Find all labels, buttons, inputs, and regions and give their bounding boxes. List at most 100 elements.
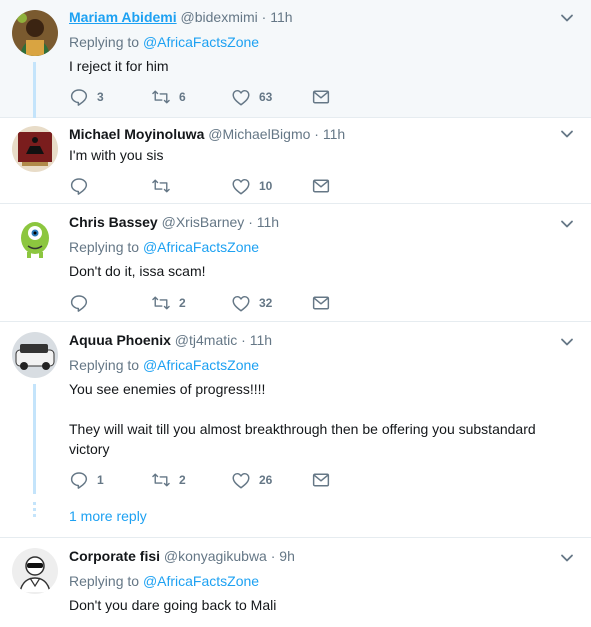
tweet-header: Mariam Abidemi @bidexmimi · 11h bbox=[69, 8, 551, 27]
tweet-actions: 2 32 bbox=[69, 293, 369, 313]
tweet-corporate-fisi[interactable]: Corporate fisi @konyagikubwa · 9h Replyi… bbox=[0, 538, 591, 627]
timestamp[interactable]: 11h bbox=[323, 126, 345, 142]
chevron-down-icon[interactable] bbox=[559, 216, 575, 232]
replying-to: Replying to @AfricaFactsZone bbox=[69, 572, 551, 591]
tweet-text: I'm with you sis bbox=[69, 147, 164, 163]
replying-to: Replying to @AfricaFactsZone bbox=[69, 238, 551, 257]
chevron-down-icon[interactable] bbox=[559, 334, 575, 350]
mention-link[interactable]: @AfricaFactsZone bbox=[143, 239, 259, 255]
reply-count: 1 bbox=[97, 473, 104, 487]
like-button[interactable]: 26 bbox=[231, 470, 272, 490]
more-replies-link[interactable]: 1 more reply bbox=[69, 508, 147, 524]
like-icon bbox=[231, 294, 251, 312]
avatar[interactable] bbox=[12, 126, 58, 172]
retweet-icon bbox=[151, 88, 171, 106]
tweet-text: You see enemies of progress!!!! They wil… bbox=[69, 381, 536, 457]
retweet-button[interactable] bbox=[151, 176, 179, 196]
reply-icon bbox=[69, 471, 89, 489]
reply-button[interactable] bbox=[69, 293, 97, 313]
reply-button[interactable]: 3 bbox=[69, 87, 104, 107]
user-name[interactable]: Corporate fisi bbox=[69, 548, 160, 564]
retweet-count: 2 bbox=[179, 473, 186, 487]
replying-prefix: Replying to bbox=[69, 34, 140, 50]
reply-button[interactable] bbox=[69, 176, 97, 196]
user-name[interactable]: Aquua Phoenix bbox=[69, 332, 171, 348]
direct-message-icon bbox=[311, 88, 331, 106]
timestamp[interactable]: 11h bbox=[250, 332, 272, 348]
like-count: 26 bbox=[259, 473, 273, 487]
tweet-actions: 3 6 63 bbox=[69, 87, 369, 107]
thread-line bbox=[33, 384, 36, 494]
reply-icon bbox=[69, 177, 89, 195]
avatar[interactable] bbox=[12, 548, 58, 594]
direct-message-button[interactable] bbox=[311, 293, 331, 313]
chevron-down-icon[interactable] bbox=[559, 550, 575, 566]
user-handle[interactable]: @MichaelBigmo bbox=[208, 126, 310, 142]
direct-message-icon bbox=[311, 177, 331, 195]
avatar[interactable] bbox=[12, 332, 58, 378]
reply-count: 3 bbox=[97, 90, 104, 104]
direct-message-button[interactable] bbox=[311, 87, 331, 107]
user-handle[interactable]: @bidexmimi bbox=[181, 9, 258, 25]
replying-prefix: Replying to bbox=[69, 239, 140, 255]
chevron-down-icon[interactable] bbox=[559, 126, 575, 142]
replying-to: Replying to @AfricaFactsZone bbox=[69, 33, 551, 52]
user-name[interactable]: Chris Bassey bbox=[69, 214, 158, 230]
tweet-text: I reject it for him bbox=[69, 58, 169, 74]
like-icon bbox=[231, 471, 251, 489]
mention-link[interactable]: @AfricaFactsZone bbox=[143, 34, 259, 50]
direct-message-icon bbox=[311, 294, 331, 312]
user-name[interactable]: Michael Moyinoluwa bbox=[69, 126, 204, 142]
mention-link[interactable]: @AfricaFactsZone bbox=[143, 357, 259, 373]
separator: · bbox=[261, 9, 267, 25]
timestamp[interactable]: 11h bbox=[270, 9, 292, 25]
thread-dots bbox=[33, 502, 36, 520]
like-button[interactable]: 10 bbox=[231, 176, 272, 196]
retweet-count: 6 bbox=[179, 90, 186, 104]
timestamp[interactable]: 11h bbox=[257, 214, 279, 230]
reply-button[interactable]: 1 bbox=[69, 470, 104, 490]
separator: · bbox=[248, 214, 253, 230]
tweet-header: Corporate fisi @konyagikubwa · 9h bbox=[69, 547, 551, 566]
retweet-count: 2 bbox=[179, 296, 186, 310]
like-icon bbox=[231, 88, 251, 106]
like-count: 63 bbox=[259, 90, 273, 104]
tweet-header: Aquua Phoenix @tj4matic · 11h bbox=[69, 331, 551, 350]
tweet-mariam-abidemi[interactable]: Mariam Abidemi @bidexmimi · 11h Replying… bbox=[0, 0, 591, 118]
separator: · bbox=[314, 126, 319, 142]
tweet-chris-bassey[interactable]: Chris Bassey @XrisBarney · 11h Replying … bbox=[0, 204, 591, 322]
like-button[interactable]: 32 bbox=[231, 293, 272, 313]
retweet-button[interactable]: 2 bbox=[151, 470, 186, 490]
tweet-actions: 1 2 26 bbox=[69, 470, 369, 490]
avatar[interactable] bbox=[12, 10, 58, 56]
retweet-icon bbox=[151, 471, 171, 489]
retweet-icon bbox=[151, 177, 171, 195]
direct-message-button[interactable] bbox=[311, 176, 331, 196]
retweet-button[interactable]: 6 bbox=[151, 87, 186, 107]
tweet-actions: 10 bbox=[69, 176, 369, 196]
thread-line bbox=[33, 62, 36, 118]
user-handle[interactable]: @tj4matic bbox=[175, 332, 237, 348]
chevron-down-icon[interactable] bbox=[559, 10, 575, 26]
mention-link[interactable]: @AfricaFactsZone bbox=[143, 573, 259, 589]
reply-icon bbox=[69, 88, 89, 106]
user-handle[interactable]: @XrisBarney bbox=[162, 214, 245, 230]
replying-prefix: Replying to bbox=[69, 573, 140, 589]
like-button[interactable]: 63 bbox=[231, 87, 272, 107]
like-count: 10 bbox=[259, 179, 273, 193]
user-handle[interactable]: @konyagikubwa bbox=[164, 548, 267, 564]
timestamp[interactable]: 9h bbox=[279, 548, 295, 564]
like-icon bbox=[231, 177, 251, 195]
user-name[interactable]: Mariam Abidemi bbox=[69, 9, 177, 25]
direct-message-button[interactable] bbox=[311, 470, 331, 490]
tweet-header: Chris Bassey @XrisBarney · 11h bbox=[69, 213, 551, 232]
tweet-michael-moyinoluwa[interactable]: Michael Moyinoluwa @MichaelBigmo · 11h I… bbox=[0, 118, 591, 204]
tweet-text: Don't you dare going back to Mali bbox=[69, 597, 277, 613]
separator: · bbox=[270, 548, 276, 564]
reply-icon bbox=[69, 294, 89, 312]
replying-prefix: Replying to bbox=[69, 357, 140, 373]
avatar[interactable] bbox=[12, 214, 58, 260]
tweet-header: Michael Moyinoluwa @MichaelBigmo · 11h bbox=[69, 125, 551, 144]
retweet-button[interactable]: 2 bbox=[151, 293, 186, 313]
tweet-aquua-phoenix[interactable]: Aquua Phoenix @tj4matic · 11h Replying t… bbox=[0, 322, 591, 538]
